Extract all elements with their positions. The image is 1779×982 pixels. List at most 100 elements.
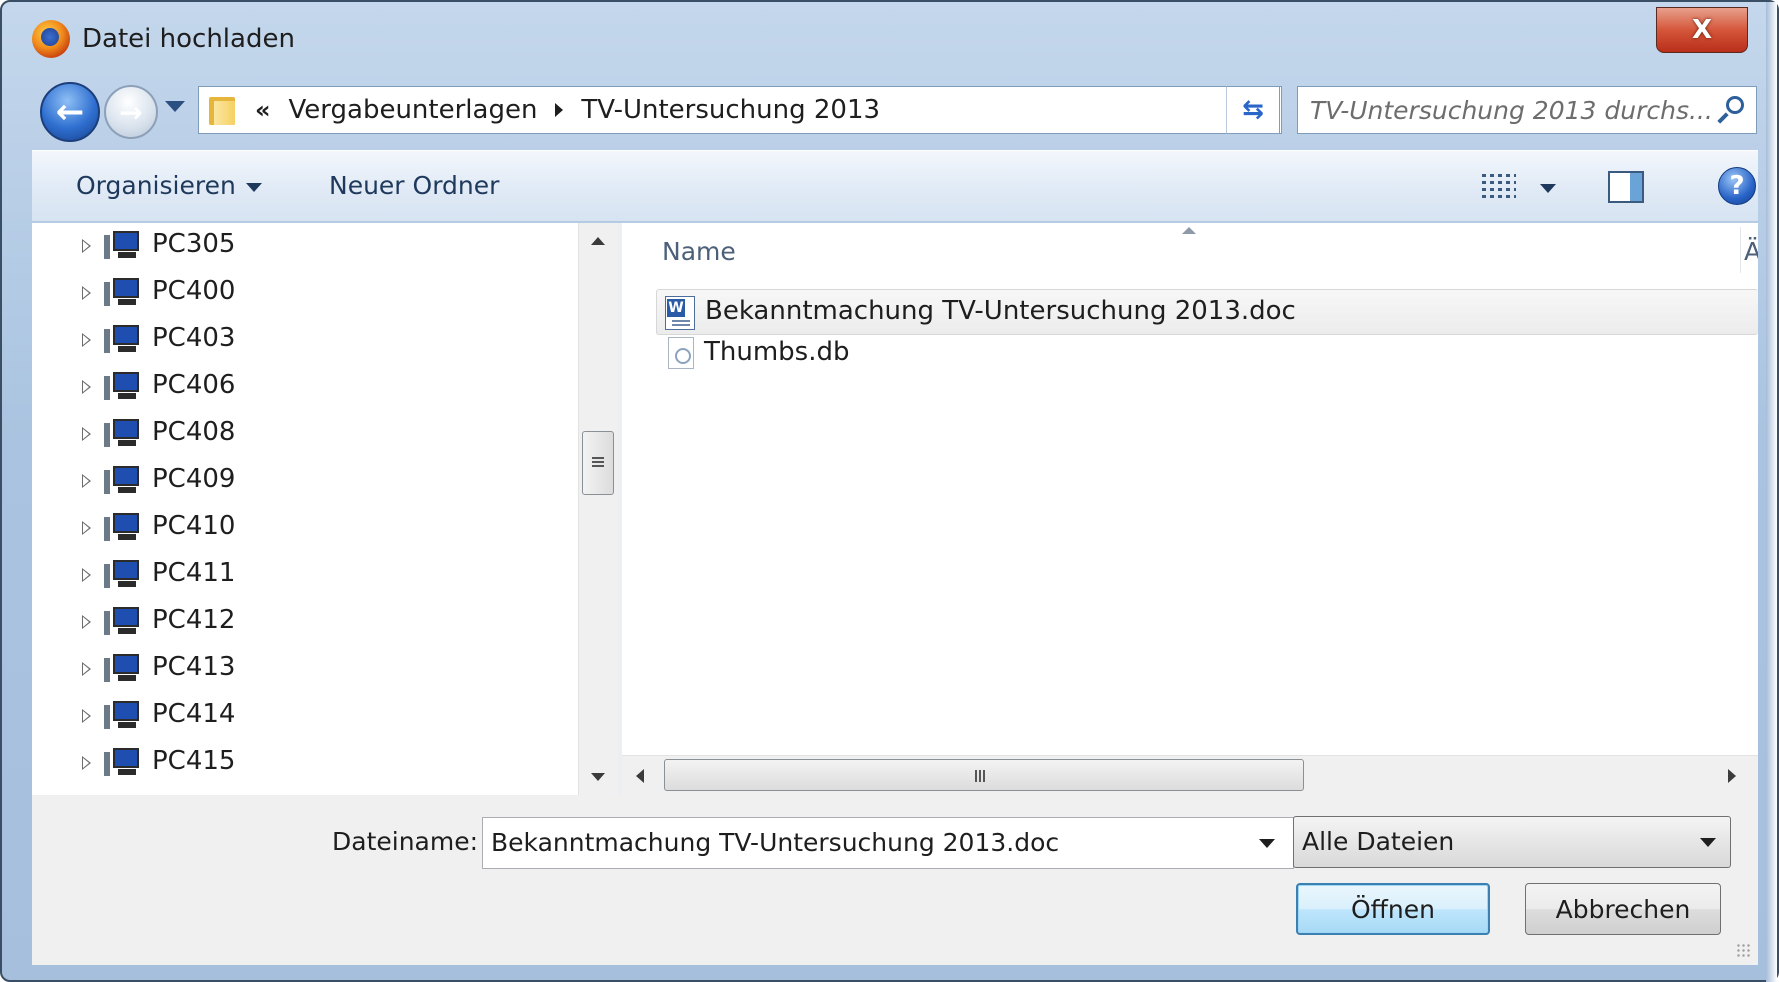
nav-item-label: PC414 [152, 699, 236, 729]
scroll-up-arrow-icon[interactable] [591, 237, 605, 245]
column-divider[interactable] [1740, 227, 1741, 273]
file-name: Bekanntmachung TV-Untersuchung 2013.doc [705, 296, 1296, 326]
navigation-pane[interactable]: PC305 PC400 PC403 PC406 PC408 PC409 PC41… [32, 223, 618, 795]
address-bar[interactable]: « Vergabeunterlagen TV-Untersuchung 2013 [198, 86, 1403, 134]
expand-arrow-icon[interactable] [82, 380, 91, 394]
nav-pane-vertical-scrollbar[interactable] [578, 223, 618, 795]
nav-item-label: PC409 [152, 464, 236, 494]
file-list-pane[interactable]: Name Ä Bekanntmachung TV-Untersuchung 20… [622, 223, 1758, 795]
nav-item-pc414[interactable]: PC414 [32, 693, 572, 740]
scroll-right-arrow-icon[interactable] [1728, 769, 1736, 783]
expand-arrow-icon[interactable] [82, 615, 91, 629]
computer-icon [104, 419, 140, 449]
resize-grip-icon[interactable] [1736, 943, 1750, 957]
nav-item-pc411[interactable]: PC411 [32, 552, 572, 599]
expand-arrow-icon[interactable] [82, 521, 91, 535]
nav-item-label: PC412 [152, 605, 236, 635]
expand-arrow-icon[interactable] [82, 756, 91, 770]
nav-item-pc413[interactable]: PC413 [32, 646, 572, 693]
expand-arrow-icon[interactable] [82, 474, 91, 488]
new-folder-button[interactable]: Neuer Ordner [329, 171, 499, 200]
filetype-value: Alle Dateien [1302, 827, 1455, 856]
filetype-select[interactable]: Alle Dateien [1293, 816, 1731, 868]
computer-icon [104, 278, 140, 308]
refresh-icon: ⇆ [1242, 95, 1264, 125]
firefox-icon [32, 20, 70, 58]
back-arrow-icon: ← [55, 92, 85, 132]
nav-item-label: PC410 [152, 511, 236, 541]
nav-item-pc415[interactable]: PC415 [32, 740, 572, 787]
computer-icon [104, 748, 140, 778]
nav-item-label: PC305 [152, 229, 236, 259]
computer-icon [104, 231, 140, 261]
organize-label: Organisieren [76, 171, 236, 200]
back-button[interactable]: ← [40, 82, 100, 142]
filename-input[interactable] [491, 828, 1221, 857]
scrollbar-thumb[interactable] [582, 431, 614, 495]
computer-icon [104, 654, 140, 684]
filename-label: Dateiname: [332, 827, 479, 856]
breadcrumb-segment-vergabeunterlagen[interactable]: Vergabeunterlagen [289, 95, 538, 125]
nav-item-pc408[interactable]: PC408 [32, 411, 572, 458]
breadcrumb-segment-current-folder[interactable]: TV-Untersuchung 2013 [581, 95, 880, 125]
nav-item-pc406[interactable]: PC406 [32, 364, 572, 411]
file-row-selected[interactable]: Bekanntmachung TV-Untersuchung 2013.doc … [656, 289, 1758, 335]
expand-arrow-icon[interactable] [82, 239, 91, 253]
search-box[interactable] [1297, 86, 1757, 134]
chevron-down-icon [1700, 838, 1716, 847]
nav-item-pc403[interactable]: PC403 [32, 317, 572, 364]
close-button[interactable]: X [1656, 7, 1748, 53]
breadcrumb-overflow[interactable]: « [255, 96, 271, 124]
file-list-horizontal-scrollbar[interactable] [622, 755, 1758, 795]
nav-item-pc400[interactable]: PC400 [32, 270, 572, 317]
file-row[interactable]: Thumbs.db 1 [656, 331, 1758, 377]
expand-arrow-icon[interactable] [82, 286, 91, 300]
column-header-modified[interactable]: Ä [1744, 237, 1758, 266]
expand-arrow-icon[interactable] [82, 709, 91, 723]
expand-arrow-icon[interactable] [82, 662, 91, 676]
refresh-button[interactable]: ⇆ [1226, 86, 1280, 134]
nav-item-pc412[interactable]: PC412 [32, 599, 572, 646]
folder-icon [209, 95, 235, 125]
computer-icon [104, 325, 140, 355]
recent-pages-dropdown[interactable] [165, 101, 185, 112]
view-options-icon[interactable] [1482, 174, 1516, 200]
word-document-icon [665, 296, 695, 330]
file-name: Thumbs.db [704, 337, 850, 367]
computer-icon [104, 701, 140, 731]
open-button[interactable]: Öffnen [1296, 883, 1490, 935]
nav-item-label: PC400 [152, 276, 236, 306]
breadcrumb-separator-icon[interactable] [555, 103, 564, 117]
computer-icon [104, 466, 140, 496]
computer-icon [104, 560, 140, 590]
forward-button[interactable]: → [104, 85, 158, 139]
expand-arrow-icon[interactable] [82, 427, 91, 441]
nav-item-label: PC403 [152, 323, 236, 353]
dialog-window: Datei hochladen X ← → « Vergabeunterlage… [0, 0, 1779, 982]
view-options-dropdown-icon[interactable] [1540, 184, 1556, 193]
scroll-left-arrow-icon[interactable] [636, 769, 644, 783]
dialog-footer: Dateiname: Alle Dateien Öffnen Abbrechen [32, 795, 1758, 965]
column-header-name[interactable]: Name [662, 237, 736, 266]
nav-item-pc305[interactable]: PC305 [32, 223, 572, 270]
nav-item-pc410[interactable]: PC410 [32, 505, 572, 552]
search-input[interactable] [1310, 95, 1710, 125]
filename-combobox[interactable] [482, 817, 1294, 869]
nav-item-label: PC415 [152, 746, 236, 776]
nav-item-label: PC408 [152, 417, 236, 447]
scrollbar-thumb[interactable] [664, 759, 1304, 791]
search-icon[interactable] [1717, 96, 1744, 124]
scroll-down-arrow-icon[interactable] [591, 773, 605, 781]
computer-icon [104, 607, 140, 637]
expand-arrow-icon[interactable] [82, 333, 91, 347]
help-icon[interactable]: ? [1718, 167, 1756, 205]
preview-pane-icon[interactable] [1608, 171, 1644, 203]
organize-menu-button[interactable]: Organisieren [76, 171, 262, 200]
sort-ascending-icon [1182, 227, 1196, 234]
nav-item-pc409[interactable]: PC409 [32, 458, 572, 505]
expand-arrow-icon[interactable] [82, 568, 91, 582]
chevron-down-icon[interactable] [1259, 839, 1275, 848]
cancel-button[interactable]: Abbrechen [1525, 883, 1721, 935]
command-toolbar: Organisieren Neuer Ordner ? [32, 150, 1758, 222]
database-file-icon [668, 337, 694, 369]
